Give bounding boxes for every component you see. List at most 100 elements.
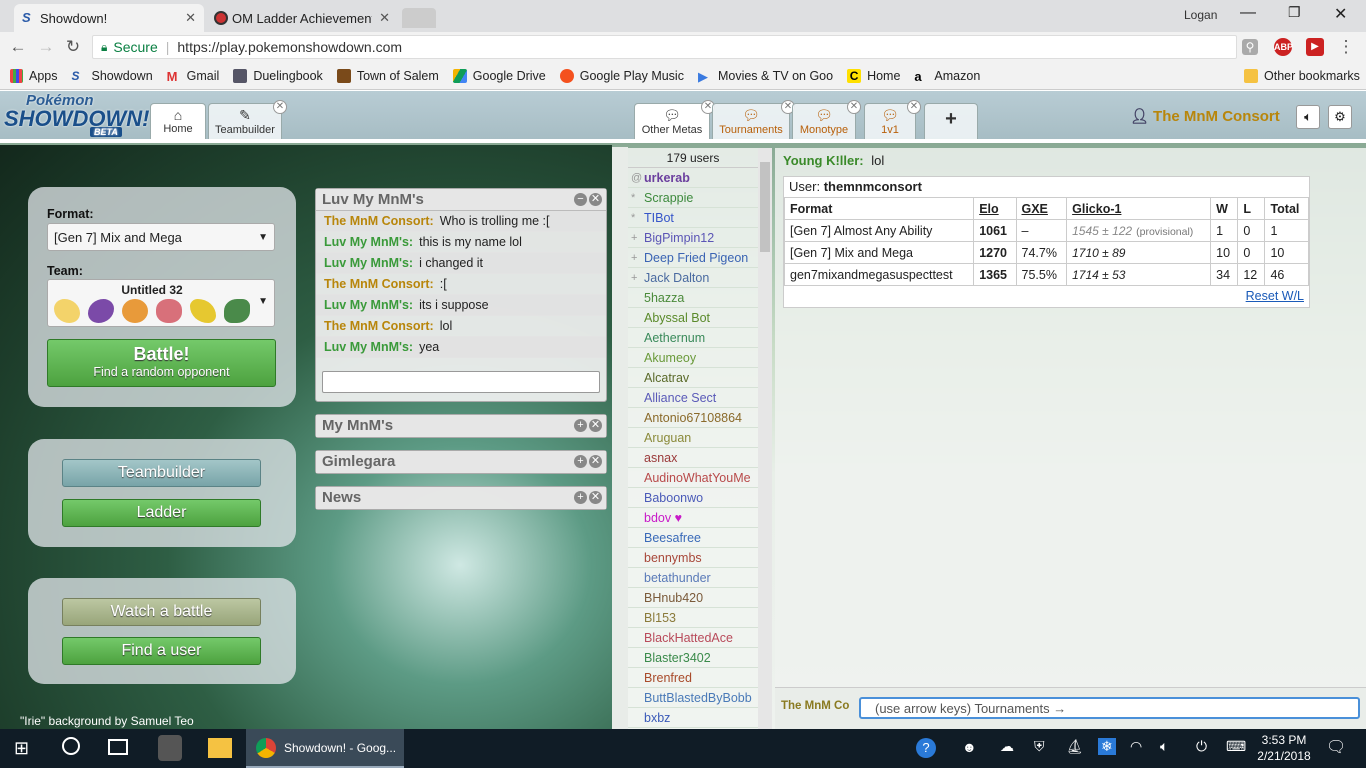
teambuilder-button[interactable]: Teambuilder	[62, 459, 261, 487]
snowflake-icon[interactable]: ❄	[1098, 738, 1116, 755]
userlist-item[interactable]: Blaster3402	[628, 648, 758, 668]
close-icon[interactable]: ✕	[589, 419, 602, 432]
pm-message-user[interactable]: The MnM Consort:	[324, 277, 434, 291]
userlist-scrollbar[interactable]	[758, 148, 772, 729]
pm-window-collapsed[interactable]: News + ✕	[315, 486, 607, 510]
userlist-item[interactable]: Bl153	[628, 608, 758, 628]
cloud-icon[interactable]: ☁	[1000, 738, 1014, 755]
close-icon[interactable]: ✕	[379, 10, 390, 26]
ladder-header[interactable]: Glicko-1	[1066, 197, 1212, 220]
close-icon[interactable]: ✕	[589, 491, 602, 504]
bookmark-duelingbook[interactable]: Duelingbook	[233, 68, 323, 83]
bookmark-movies-tv[interactable]: ▶ Movies & TV on Goo	[698, 69, 833, 84]
reload-icon[interactable]: ↻	[63, 37, 83, 57]
userlist-item[interactable]: AudinoWhatYouMe	[628, 468, 758, 488]
tab-home[interactable]: ⌂ Home	[150, 103, 206, 139]
clock[interactable]: 3:53 PM 2/21/2018	[1252, 732, 1316, 764]
file-explorer-icon[interactable]	[208, 738, 232, 758]
userlist-item[interactable]: Alcatrav	[628, 368, 758, 388]
userlist-item[interactable]: ButtBlastedByBobb	[628, 688, 758, 708]
userlist-item[interactable]: Antonio67108864	[628, 408, 758, 428]
userlist-item[interactable]: + BigPimpin12	[628, 228, 758, 248]
battle-button[interactable]: Battle! Find a random opponent	[47, 339, 276, 387]
userlist-item[interactable]: BlackHattedAce	[628, 628, 758, 648]
userlist-item[interactable]: Aruguan	[628, 428, 758, 448]
expand-icon[interactable]: +	[574, 455, 587, 468]
knight-app-icon[interactable]	[158, 735, 182, 761]
forward-icon[interactable]: →	[36, 37, 56, 57]
tab-tournaments[interactable]: 💬︎ Tournaments ✕	[712, 100, 795, 139]
help-icon[interactable]: ?	[916, 738, 936, 758]
bookmark-town-of-salem[interactable]: Town of Salem	[336, 68, 439, 83]
tab-teambuilder[interactable]: ✎ Teambuilder ✕	[208, 100, 287, 139]
userlist-item[interactable]: * Scrappie	[628, 188, 758, 208]
close-icon[interactable]: ✕	[589, 193, 602, 206]
address-bar[interactable]: 🔒︎ Secure | https://play.pokemonshowdown…	[92, 35, 1237, 59]
username-button[interactable]: 👤︎ The MnM Consort	[1130, 107, 1280, 126]
userlist-item[interactable]: Brenfred	[628, 668, 758, 688]
browser-tab-om-ladder[interactable]: OM Ladder Achievement ✕	[206, 4, 398, 32]
userlist-item[interactable]: Baboonwo	[628, 488, 758, 508]
bookmark-google-play-music[interactable]: Google Play Music	[559, 68, 684, 83]
pm-input[interactable]	[322, 371, 600, 393]
gear-icon[interactable]: ⚙	[1328, 105, 1352, 129]
scrollbar-thumb[interactable]	[760, 162, 770, 252]
userlist-item[interactable]: * TIBot	[628, 208, 758, 228]
userlist-item[interactable]: + Jack Dalton	[628, 268, 758, 288]
pm-message-user[interactable]: Luv My MnM's:	[324, 298, 413, 312]
bookmark-apps[interactable]: Apps	[10, 68, 58, 83]
close-icon[interactable]: ✕	[273, 100, 287, 114]
maximize-icon[interactable]: ❐	[1288, 4, 1301, 21]
userlist-item[interactable]: Akumeoy	[628, 348, 758, 368]
adblock-icon[interactable]: ABP	[1274, 38, 1293, 56]
ladder-header[interactable]: Elo	[973, 197, 1017, 220]
bookmark-showdown[interactable]: S Showdown	[72, 69, 153, 83]
volume-icon[interactable]: 🔈︎	[1160, 738, 1168, 755]
bookmark-amazon[interactable]: a Amazon	[914, 69, 980, 84]
userlist-item[interactable]: bxbz	[628, 708, 758, 728]
people-icon[interactable]: ☻	[962, 739, 977, 755]
extension-red-icon[interactable]: ▶	[1306, 38, 1324, 56]
userlist-item[interactable]: 5hazza	[628, 288, 758, 308]
pm-message-user[interactable]: Luv My MnM's:	[324, 256, 413, 270]
userlist-item[interactable]: Beesafree	[628, 528, 758, 548]
userlist-item[interactable]: bennymbs	[628, 548, 758, 568]
watch-battle-button[interactable]: Watch a battle	[62, 598, 261, 626]
userlist-item[interactable]: Abyssal Bot	[628, 308, 758, 328]
userlist-item[interactable]: BHnub420	[628, 588, 758, 608]
minimize-icon[interactable]: −	[574, 193, 587, 206]
pm-title[interactable]: Luv My MnM's	[316, 189, 606, 211]
close-icon[interactable]: ✕	[907, 100, 921, 114]
shield-icon[interactable]: ⛨	[1034, 738, 1045, 755]
new-tab-button[interactable]	[402, 8, 436, 28]
tab-monotype[interactable]: 💬︎ Monotype ✕	[792, 100, 861, 139]
window-close-icon[interactable]: ✕	[1334, 4, 1347, 24]
bookmark-gmail[interactable]: M Gmail	[167, 69, 220, 84]
userlist-item[interactable]: @ urkerab	[628, 168, 758, 188]
pm-message-user[interactable]: The MnM Consort:	[324, 319, 434, 333]
ladder-button[interactable]: Ladder	[62, 499, 261, 527]
menu-icon[interactable]: ⋮	[1336, 37, 1356, 57]
userlist-item[interactable]: bdov ♥	[628, 508, 758, 528]
userlist-item[interactable]: Alliance Sect	[628, 388, 758, 408]
pm-window-collapsed[interactable]: Gimlegara + ✕	[315, 450, 607, 474]
other-bookmarks[interactable]: Other bookmarks	[1244, 68, 1360, 83]
userlist-item[interactable]: betathunder	[628, 568, 758, 588]
pm-message-user[interactable]: Luv My MnM's:	[324, 340, 413, 354]
task-view-icon[interactable]	[108, 739, 128, 755]
extension-icon[interactable]: ⚲	[1242, 39, 1258, 55]
keyboard-icon[interactable]: ⌨	[1226, 738, 1246, 755]
windows-start-icon[interactable]: ⊞	[14, 738, 29, 759]
expand-icon[interactable]: +	[574, 419, 587, 432]
taskbar-chrome-app[interactable]: Showdown! - Goog...	[246, 729, 404, 768]
pm-window-collapsed[interactable]: My MnM's + ✕	[315, 414, 607, 438]
boat-icon[interactable]: ⛵︎	[1066, 738, 1084, 755]
add-room-button[interactable]: +	[924, 103, 978, 139]
userlist-item[interactable]: Aethernum	[628, 328, 758, 348]
reset-wl-link[interactable]: Reset W/L	[1246, 289, 1304, 303]
find-user-button[interactable]: Find a user	[62, 637, 261, 665]
team-select[interactable]: Untitled 32 ▼	[47, 279, 275, 327]
expand-icon[interactable]: +	[574, 491, 587, 504]
pm-message-user[interactable]: The MnM Consort:	[324, 214, 434, 228]
back-icon[interactable]: ←	[8, 37, 28, 57]
